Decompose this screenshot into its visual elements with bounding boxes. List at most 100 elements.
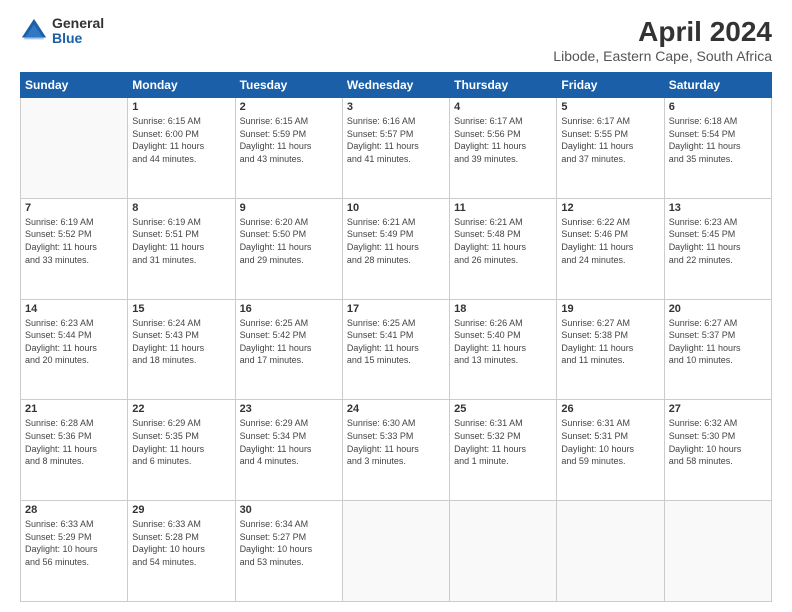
day-cell-6: 6Sunrise: 6:18 AM Sunset: 5:54 PM Daylig… xyxy=(664,98,771,199)
day-number-22: 22 xyxy=(132,403,230,415)
day-info-25: Sunrise: 6:31 AM Sunset: 5:32 PM Dayligh… xyxy=(454,417,552,467)
col-monday: Monday xyxy=(128,73,235,98)
day-cell-27: 27 Sunrise: 6:32 AM Sunset: 5:30 PM Dayli… xyxy=(664,400,771,501)
day-cell-16: 16Sunrise: 6:25 AM Sunset: 5:42 PM Dayli… xyxy=(235,299,342,400)
day-cell-4: 4 Sunrise: 6:17 AM Sunset: 5:56 PM Daylig… xyxy=(450,98,557,199)
day-cell-30: 30Sunrise: 6:34 AM Sunset: 5:27 PM Dayli… xyxy=(235,501,342,602)
calendar-table: Sunday Monday Tuesday Wednesday Thursday… xyxy=(20,72,772,602)
day-number-1: 1 xyxy=(132,101,230,113)
day-number-26: 26 xyxy=(561,403,659,415)
day-info-17: Sunrise: 6:25 AM Sunset: 5:41 PM Dayligh… xyxy=(347,317,445,367)
day-cell-11: 11 Sunrise: 6:21 AM Sunset: 5:48 PM Dayli… xyxy=(450,198,557,299)
header: General Blue April 2024 Libode, Eastern … xyxy=(20,16,772,64)
week-row-5: 28Sunrise: 6:33 AM Sunset: 5:29 PM Dayli… xyxy=(21,501,772,602)
day-cell-13: 13 Sunrise: 6:23 AM Sunset: 5:45 PM Dayli… xyxy=(664,198,771,299)
day-info-4: Sunrise: 6:17 AM Sunset: 5:56 PM Dayligh… xyxy=(454,115,552,165)
empty-cell xyxy=(664,501,771,602)
day-info-7: Sunrise: 6:19 AM Sunset: 5:52 PM Dayligh… xyxy=(25,216,123,266)
day-info-3: Sunrise: 6:16 AM Sunset: 5:57 PM Dayligh… xyxy=(347,115,445,165)
page: General Blue April 2024 Libode, Eastern … xyxy=(0,0,792,612)
day-info-2: Sunrise: 6:15 AM Sunset: 5:59 PM Dayligh… xyxy=(240,115,338,165)
day-info-6: Sunrise: 6:18 AM Sunset: 5:54 PM Dayligh… xyxy=(669,115,767,165)
day-info-16: Sunrise: 6:25 AM Sunset: 5:42 PM Dayligh… xyxy=(240,317,338,367)
day-number-5: 5 xyxy=(561,101,659,113)
day-info-26: Sunrise: 6:31 AM Sunset: 5:31 PM Dayligh… xyxy=(561,417,659,467)
day-cell-12: 12Sunrise: 6:22 AM Sunset: 5:46 PM Dayli… xyxy=(557,198,664,299)
day-number-19: 19 xyxy=(561,303,659,315)
empty-cell xyxy=(557,501,664,602)
day-cell-17: 17Sunrise: 6:25 AM Sunset: 5:41 PM Dayli… xyxy=(342,299,449,400)
day-cell-24: 24 Sunrise: 6:30 AM Sunset: 5:33 PM Dayli… xyxy=(342,400,449,501)
week-row-3: 14 Sunrise: 6:23 AM Sunset: 5:44 PM Dayli… xyxy=(21,299,772,400)
day-number-14: 14 xyxy=(25,303,123,315)
day-info-12: Sunrise: 6:22 AM Sunset: 5:46 PM Dayligh… xyxy=(561,216,659,266)
day-cell-10: 10 Sunrise: 6:21 AM Sunset: 5:49 PM Dayli… xyxy=(342,198,449,299)
day-number-24: 24 xyxy=(347,403,445,415)
day-info-18: Sunrise: 6:26 AM Sunset: 5:40 PM Dayligh… xyxy=(454,317,552,367)
day-number-30: 30 xyxy=(240,504,338,516)
day-info-23: Sunrise: 6:29 AM Sunset: 5:34 PM Dayligh… xyxy=(240,417,338,467)
day-info-20: Sunrise: 6:27 AM Sunset: 5:37 PM Dayligh… xyxy=(669,317,767,367)
empty-cell xyxy=(342,501,449,602)
day-number-8: 8 xyxy=(132,202,230,214)
week-row-2: 7 Sunrise: 6:19 AM Sunset: 5:52 PM Daylig… xyxy=(21,198,772,299)
day-cell-2: 2 Sunrise: 6:15 AM Sunset: 5:59 PM Daylig… xyxy=(235,98,342,199)
logo-icon xyxy=(20,17,48,45)
day-number-25: 25 xyxy=(454,403,552,415)
empty-cell xyxy=(450,501,557,602)
day-cell-23: 23 Sunrise: 6:29 AM Sunset: 5:34 PM Dayli… xyxy=(235,400,342,501)
day-number-4: 4 xyxy=(454,101,552,113)
day-number-3: 3 xyxy=(347,101,445,113)
day-number-18: 18 xyxy=(454,303,552,315)
day-info-29: Sunrise: 6:33 AM Sunset: 5:28 PM Dayligh… xyxy=(132,518,230,568)
day-cell-7: 7 Sunrise: 6:19 AM Sunset: 5:52 PM Daylig… xyxy=(21,198,128,299)
calendar-subtitle: Libode, Eastern Cape, South Africa xyxy=(553,48,772,64)
day-info-10: Sunrise: 6:21 AM Sunset: 5:49 PM Dayligh… xyxy=(347,216,445,266)
day-info-19: Sunrise: 6:27 AM Sunset: 5:38 PM Dayligh… xyxy=(561,317,659,367)
day-info-5: Sunrise: 6:17 AM Sunset: 5:55 PM Dayligh… xyxy=(561,115,659,165)
col-sunday: Sunday xyxy=(21,73,128,98)
day-number-11: 11 xyxy=(454,202,552,214)
col-tuesday: Tuesday xyxy=(235,73,342,98)
day-number-15: 15 xyxy=(132,303,230,315)
day-number-9: 9 xyxy=(240,202,338,214)
day-cell-5: 5 Sunrise: 6:17 AM Sunset: 5:55 PM Daylig… xyxy=(557,98,664,199)
day-info-11: Sunrise: 6:21 AM Sunset: 5:48 PM Dayligh… xyxy=(454,216,552,266)
calendar-header-row: Sunday Monday Tuesday Wednesday Thursday… xyxy=(21,73,772,98)
logo: General Blue xyxy=(20,16,104,47)
day-info-9: Sunrise: 6:20 AM Sunset: 5:50 PM Dayligh… xyxy=(240,216,338,266)
day-number-20: 20 xyxy=(669,303,767,315)
title-section: April 2024 Libode, Eastern Cape, South A… xyxy=(553,16,772,64)
day-number-23: 23 xyxy=(240,403,338,415)
day-cell-3: 3 Sunrise: 6:16 AM Sunset: 5:57 PM Daylig… xyxy=(342,98,449,199)
day-number-2: 2 xyxy=(240,101,338,113)
day-info-13: Sunrise: 6:23 AM Sunset: 5:45 PM Dayligh… xyxy=(669,216,767,266)
day-info-14: Sunrise: 6:23 AM Sunset: 5:44 PM Dayligh… xyxy=(25,317,123,367)
day-info-21: Sunrise: 6:28 AM Sunset: 5:36 PM Dayligh… xyxy=(25,417,123,467)
day-number-29: 29 xyxy=(132,504,230,516)
empty-cell xyxy=(21,98,128,199)
day-number-7: 7 xyxy=(25,202,123,214)
col-saturday: Saturday xyxy=(664,73,771,98)
day-number-13: 13 xyxy=(669,202,767,214)
day-info-24: Sunrise: 6:30 AM Sunset: 5:33 PM Dayligh… xyxy=(347,417,445,467)
day-cell-29: 29 Sunrise: 6:33 AM Sunset: 5:28 PM Dayli… xyxy=(128,501,235,602)
day-info-28: Sunrise: 6:33 AM Sunset: 5:29 PM Dayligh… xyxy=(25,518,123,568)
day-cell-21: 21 Sunrise: 6:28 AM Sunset: 5:36 PM Dayli… xyxy=(21,400,128,501)
day-number-10: 10 xyxy=(347,202,445,214)
day-info-22: Sunrise: 6:29 AM Sunset: 5:35 PM Dayligh… xyxy=(132,417,230,467)
day-number-21: 21 xyxy=(25,403,123,415)
day-cell-1: 1Sunrise: 6:15 AM Sunset: 6:00 PM Daylig… xyxy=(128,98,235,199)
logo-blue: Blue xyxy=(52,31,104,46)
col-thursday: Thursday xyxy=(450,73,557,98)
day-cell-26: 26 Sunrise: 6:31 AM Sunset: 5:31 PM Dayli… xyxy=(557,400,664,501)
day-cell-15: 15Sunrise: 6:24 AM Sunset: 5:43 PM Dayli… xyxy=(128,299,235,400)
calendar-title: April 2024 xyxy=(553,16,772,48)
day-number-27: 27 xyxy=(669,403,767,415)
day-info-27: Sunrise: 6:32 AM Sunset: 5:30 PM Dayligh… xyxy=(669,417,767,467)
day-cell-20: 20 Sunrise: 6:27 AM Sunset: 5:37 PM Dayli… xyxy=(664,299,771,400)
day-cell-14: 14 Sunrise: 6:23 AM Sunset: 5:44 PM Dayli… xyxy=(21,299,128,400)
day-cell-25: 25 Sunrise: 6:31 AM Sunset: 5:32 PM Dayli… xyxy=(450,400,557,501)
col-friday: Friday xyxy=(557,73,664,98)
day-cell-18: 18 Sunrise: 6:26 AM Sunset: 5:40 PM Dayli… xyxy=(450,299,557,400)
